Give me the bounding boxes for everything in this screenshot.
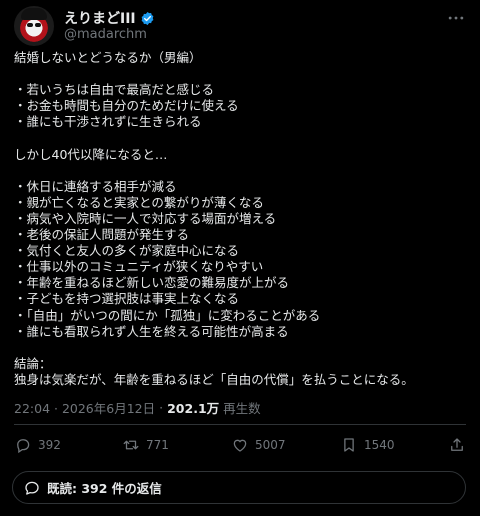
like-button[interactable]: 5007 <box>231 436 286 454</box>
author-name-row[interactable]: えりまどIII <box>64 8 155 28</box>
like-icon <box>233 439 247 452</box>
action-bar: 392 771 5007 1540 <box>14 436 466 462</box>
avatar[interactable] <box>14 6 54 46</box>
read-replies-label: 既読: 392 件の返信 <box>47 481 162 496</box>
post-meta: 22:04 · 2026年6月12日 · 202.1万 再生数 <box>14 398 261 417</box>
bookmark-count: 1540 <box>364 438 395 452</box>
reply-button[interactable]: 392 <box>14 436 61 454</box>
chat-bubble-icon <box>25 481 39 495</box>
views-label: 再生数 <box>223 401 261 416</box>
post-text: 結婚しないとどうなるか（男編） ・若いうちは自由で最高だと感じる ・お金も時間も… <box>14 50 414 387</box>
repost-button[interactable]: 771 <box>122 436 169 454</box>
more-icon[interactable] <box>446 8 466 28</box>
view-count: 202.1万 <box>167 401 220 416</box>
verified-badge-icon <box>141 11 154 25</box>
like-count: 5007 <box>255 438 286 452</box>
share-button[interactable] <box>448 436 466 454</box>
repost-icon <box>123 440 139 450</box>
repost-count: 771 <box>146 438 169 452</box>
reply-icon <box>17 439 30 454</box>
share-icon <box>451 438 463 451</box>
display-name[interactable]: えりまどIII <box>64 8 136 28</box>
meta-separator: · <box>159 400 164 415</box>
divider <box>14 424 466 425</box>
reply-count: 392 <box>38 438 61 452</box>
read-replies-button[interactable]: 既読: 392 件の返信 <box>12 471 466 504</box>
bookmark-button[interactable]: 1540 <box>340 436 395 454</box>
author-handle[interactable]: @madarchm <box>64 27 147 42</box>
bookmark-icon <box>344 438 354 452</box>
timestamp[interactable]: 22:04 · 2026年6月12日 <box>14 398 155 417</box>
post-header: えりまどIII @madarchm <box>14 6 466 46</box>
